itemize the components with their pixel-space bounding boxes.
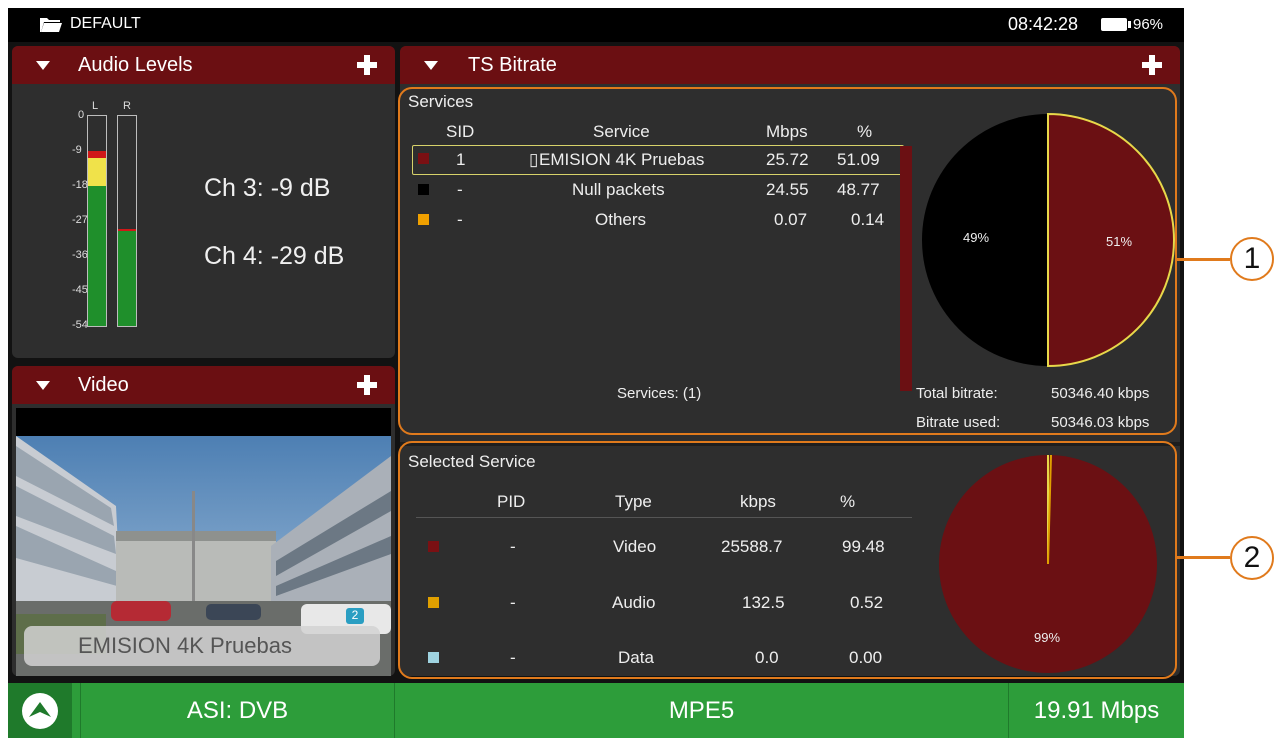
video-title: Video <box>78 374 129 396</box>
add-icon[interactable] <box>1142 55 1162 75</box>
battery-icon <box>1101 18 1131 31</box>
add-icon[interactable] <box>357 55 377 75</box>
video-panel: Video EMISION 4K Pruebas 2 <box>12 366 395 676</box>
meter-label-right: R <box>123 100 131 112</box>
audio-levels-panel: Audio Levels L R 0 -9 -18 -27 -36 -45 -54 Ch 3… <box>12 46 395 358</box>
meter-label-left: L <box>92 100 99 112</box>
highlight-box-1 <box>398 87 1177 435</box>
input-selector[interactable]: ASI: DVB <box>81 683 394 738</box>
video-overlay-text: EMISION 4K Pruebas <box>78 633 292 658</box>
audio-levels-header[interactable]: Audio Levels <box>12 46 395 84</box>
meter-left-fill <box>88 151 106 326</box>
meter-right <box>117 115 137 327</box>
callout-line-1 <box>1175 258 1230 261</box>
home-button[interactable] <box>8 683 72 738</box>
meter-scale-label: -54 <box>72 319 88 331</box>
collapse-icon[interactable] <box>424 61 438 70</box>
instrument-screen: DEFAULT 08:42:28 96% Audio Levels L R 0 -… <box>8 8 1184 738</box>
meter-scale-label: -36 <box>72 249 88 261</box>
bitrate-readout[interactable]: 19.91 Mbps <box>1009 683 1184 738</box>
meter-scale-label: 0 <box>78 109 85 121</box>
highlight-box-2 <box>398 441 1177 679</box>
mode-selector[interactable]: MPE5 <box>395 683 1008 738</box>
meter-right-fill <box>118 228 136 326</box>
meter-scale-label: -18 <box>72 179 88 191</box>
ts-bitrate-header[interactable]: TS Bitrate <box>400 46 1180 84</box>
folder-icon[interactable] <box>40 16 62 32</box>
channel-4-level: Ch 4: -29 dB <box>204 242 345 270</box>
meter-left <box>87 115 107 327</box>
video-badge: 2 <box>346 608 364 624</box>
meter-scale-label: -45 <box>72 284 88 296</box>
video-header[interactable]: Video <box>12 366 395 404</box>
clock: 08:42:28 <box>1008 14 1079 34</box>
add-icon[interactable] <box>357 375 377 395</box>
collapse-icon[interactable] <box>36 381 50 390</box>
status-bar: DEFAULT 08:42:28 96% <box>8 8 1184 42</box>
battery-percent: 96% <box>1133 16 1164 33</box>
bottom-status-bar: ASI: DVB MPE5 19.91 Mbps <box>8 683 1184 738</box>
video-frame[interactable]: EMISION 4K Pruebas 2 <box>16 408 391 676</box>
profile-name[interactable]: DEFAULT <box>70 15 141 33</box>
channel-3-level: Ch 3: -9 dB <box>204 174 331 202</box>
callout-1: 1 <box>1230 237 1274 281</box>
ts-bitrate-title: TS Bitrate <box>468 54 557 76</box>
meter-scale-label: -27 <box>72 214 88 226</box>
callout-line-2 <box>1175 556 1230 559</box>
callout-2: 2 <box>1230 536 1274 580</box>
logo-icon <box>22 692 58 729</box>
collapse-icon[interactable] <box>36 61 50 70</box>
meter-scale-label: -9 <box>72 144 82 156</box>
audio-levels-title: Audio Levels <box>78 54 193 76</box>
